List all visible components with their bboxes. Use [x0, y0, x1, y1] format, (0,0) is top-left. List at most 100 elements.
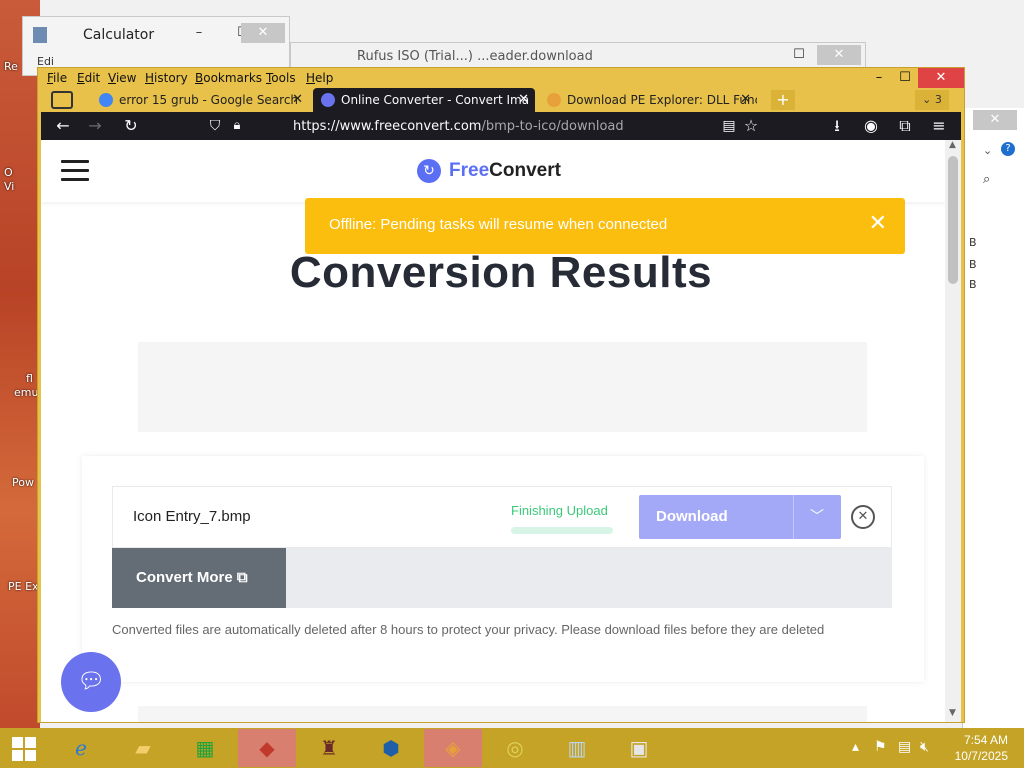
upload-status: Finishing Upload: [511, 503, 608, 518]
close-button[interactable]: ✕: [817, 45, 861, 65]
freeconvert-icon: [321, 93, 335, 107]
app-icon[interactable]: ♜: [300, 729, 358, 767]
desktop-icon-label[interactable]: Vi: [4, 180, 14, 193]
file-row: Icon Entry_7.bmp Finishing Upload Downlo…: [112, 486, 892, 548]
convert-more-label: Convert More ⧉: [136, 569, 248, 586]
help-icon[interactable]: ?: [1001, 142, 1015, 156]
tab-label: Online Converter - Convert Ima: [341, 93, 530, 107]
desktop-icon-label[interactable]: Re: [4, 60, 18, 73]
scroll-up-icon[interactable]: ▲: [949, 140, 956, 150]
show-hidden-icons[interactable]: ▴: [852, 739, 859, 755]
file-explorer-icon[interactable]: ▰: [114, 729, 172, 767]
logo-text-convert: Convert: [489, 160, 561, 181]
page-title: Conversion Results: [289, 248, 713, 297]
size-label: B: [969, 258, 977, 271]
desktop-icon-label[interactable]: O: [4, 166, 13, 179]
start-button[interactable]: [12, 737, 36, 761]
navigation-bar: ← → ↻ ⛉ 🔒︎ https://www.freeconvert.com/b…: [41, 112, 961, 140]
url-host: https://www.freeconvert.com: [293, 119, 482, 134]
menu-bar: File Edit View History Bookmarks Tools H…: [41, 68, 961, 88]
download-button[interactable]: Download ﹀: [639, 495, 841, 539]
menu-history[interactable]: History: [145, 71, 188, 85]
scroll-down-icon[interactable]: ▼: [949, 708, 956, 718]
menu-bookmarks[interactable]: Bookmarks: [195, 71, 262, 85]
list-all-tabs-button[interactable]: ⌄ 3: [915, 90, 949, 110]
reader-view-icon[interactable]: ▤: [719, 116, 739, 136]
menu-help[interactable]: Help: [306, 71, 333, 85]
bookmark-star-icon[interactable]: ☆: [741, 116, 761, 136]
account-icon[interactable]: ◉: [861, 116, 881, 136]
chevron-down-icon[interactable]: ﹀: [793, 495, 841, 539]
size-label: B: [969, 236, 977, 249]
reload-icon[interactable]: ↻: [121, 116, 141, 136]
toast-close-icon[interactable]: ✕: [869, 211, 887, 236]
internet-explorer-icon[interactable]: ℯ: [52, 729, 110, 767]
new-tab-button[interactable]: +: [771, 90, 795, 110]
maximize-button[interactable]: ☐: [777, 45, 821, 65]
menu-file[interactable]: File: [47, 71, 67, 85]
convert-more-button[interactable]: Convert More ⧉: [112, 548, 286, 608]
lock-icon[interactable]: 🔒︎: [227, 116, 247, 136]
clock-time: 7:54 AM: [963, 733, 1008, 747]
size-label: B: [969, 278, 977, 291]
tab-close-icon[interactable]: ✕: [518, 88, 529, 112]
system-clock[interactable]: 7:54 AM 10/7/2025: [955, 732, 1008, 764]
freeconvert-logo[interactable]: ↻ Free Convert: [417, 158, 561, 184]
result-card: Icon Entry_7.bmp Finishing Upload Downlo…: [82, 456, 924, 682]
tab-close-icon[interactable]: ✕: [292, 88, 303, 112]
menu-view[interactable]: View: [108, 71, 136, 85]
external-link-icon: ⧉: [236, 569, 248, 586]
close-button[interactable]: ✕: [918, 68, 964, 88]
chat-icon[interactable]: 💬︎: [61, 652, 121, 712]
downloads-icon[interactable]: ⭳: [827, 116, 847, 136]
site-header: ↻ Free Convert: [41, 140, 945, 202]
flag-icon[interactable]: ⚑: [874, 739, 887, 755]
tab-count: 3: [934, 93, 942, 106]
tab-bar: error 15 grub - Google Search ✕ Online C…: [41, 88, 961, 112]
search-icon[interactable]: ⌕: [983, 172, 990, 187]
page-scrollbar[interactable]: ▲ ▼: [945, 140, 961, 722]
scrollbar-thumb[interactable]: [948, 156, 958, 284]
desktop-icon-label[interactable]: emu: [14, 386, 38, 399]
menu-edit[interactable]: Edit: [77, 71, 100, 85]
extensions-icon[interactable]: ⧉: [895, 116, 915, 136]
right-background-window[interactable]: ✕ ⌄ ? ⌕ B B B ild 9600: [962, 108, 1024, 728]
network-icon[interactable]: ▤: [898, 739, 911, 755]
disc-icon[interactable]: ◎: [486, 729, 544, 767]
calculator-icon[interactable]: ▥: [548, 729, 606, 767]
remove-file-icon[interactable]: ✕: [851, 505, 875, 529]
forward-icon[interactable]: →: [85, 116, 105, 136]
menu-tools[interactable]: Tools: [266, 71, 296, 85]
maximize-button[interactable]: ☐: [890, 68, 920, 88]
minimize-button[interactable]: –: [177, 23, 221, 43]
installer-icon[interactable]: ▣: [610, 729, 668, 767]
close-button[interactable]: ✕: [241, 23, 285, 43]
desktop-icon-label[interactable]: PE Ex: [8, 580, 39, 593]
desktop-icon-strip: Re O Vi fl emu Pow PE Ex: [0, 0, 40, 728]
desktop-icon-label[interactable]: Pow: [12, 476, 34, 489]
tab-google-search[interactable]: error 15 grub - Google Search ✕: [91, 88, 309, 112]
app-icon[interactable]: ◆: [238, 729, 296, 767]
toast-message: Offline: Pending tasks will resume when …: [329, 216, 668, 233]
tab-label: Download PE Explorer: DLL Func: [567, 93, 757, 107]
chevron-down-icon[interactable]: ⌄: [983, 144, 992, 157]
tab-pe-explorer[interactable]: Download PE Explorer: DLL Func ✕: [539, 88, 757, 112]
tab-overview-icon[interactable]: [51, 91, 73, 109]
app-menu-icon[interactable]: ≡: [929, 116, 949, 136]
desktop-icon-label[interactable]: fl: [26, 372, 33, 385]
tab-online-converter[interactable]: Online Converter - Convert Ima ✕: [313, 88, 535, 112]
url-bar[interactable]: https://www.freeconvert.com/bmp-to-ico/d…: [293, 119, 624, 134]
shield-icon[interactable]: ⛉: [205, 116, 225, 136]
store-icon[interactable]: ▦: [176, 729, 234, 767]
pe-explorer-icon: [547, 93, 561, 107]
hamburger-menu-icon[interactable]: [61, 160, 89, 182]
back-icon[interactable]: ←: [53, 116, 73, 136]
google-icon: [99, 93, 113, 107]
virtualbox-icon[interactable]: ⬢: [362, 729, 420, 767]
pe-explorer-icon[interactable]: ◈: [424, 729, 482, 767]
logo-text-free: Free: [449, 160, 490, 181]
close-button[interactable]: ✕: [973, 110, 1017, 130]
volume-muted-icon[interactable]: 🔇︎: [920, 739, 929, 755]
tab-close-icon[interactable]: ✕: [740, 88, 751, 112]
clock-date: 10/7/2025: [954, 749, 1008, 763]
